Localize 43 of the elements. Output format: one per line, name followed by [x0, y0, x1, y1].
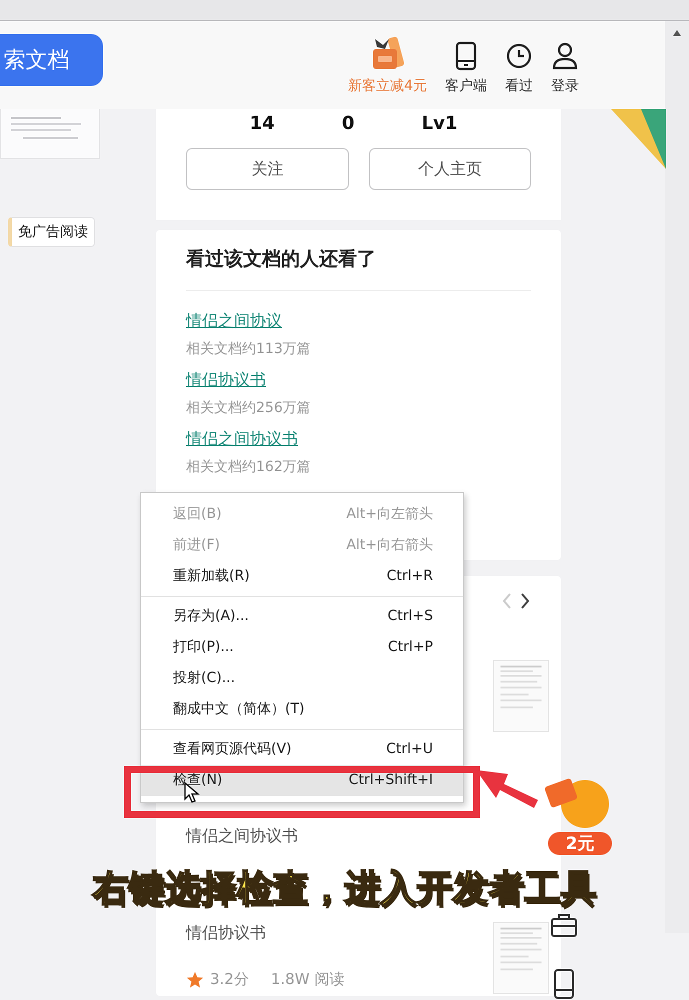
related-link[interactable]: 情侣之间协议: [186, 311, 282, 332]
nav-link[interactable]: 看过: [505, 41, 533, 95]
stat-value: 14: [250, 113, 275, 134]
document-title[interactable]: 情侣之间协议书: [186, 826, 344, 847]
menu-item[interactable]: 打印(P)... Ctrl+P: [141, 632, 463, 663]
related-count: 相关文档约256万篇: [186, 399, 312, 417]
star-icon: [186, 970, 204, 988]
document-title[interactable]: 情侣协议书: [186, 923, 344, 944]
stat-value: 0: [342, 113, 354, 134]
document-thumbnail[interactable]: [493, 922, 549, 994]
scrollbar[interactable]: [665, 21, 689, 933]
next-icon[interactable]: [519, 592, 531, 610]
menu-item[interactable]: 查看网页源代码(V) Ctrl+U: [141, 734, 463, 765]
related-link[interactable]: 情侣之间协议书: [186, 429, 298, 450]
phone-icon: [453, 41, 479, 71]
phone-icon[interactable]: [552, 968, 576, 1000]
rating-text: 3.2分: [210, 970, 249, 989]
menu-item[interactable]: 重新加载(R) Ctrl+R: [141, 561, 463, 592]
card-title: 看过该文档的人还看了: [186, 247, 377, 272]
document-thumbnail[interactable]: [493, 660, 549, 732]
briefcase-icon[interactable]: [550, 912, 578, 938]
text-lines-drawing: [11, 117, 81, 139]
stat-value: Lv1: [422, 113, 458, 134]
related-link[interactable]: 情侣协议书: [186, 370, 266, 391]
user-icon: [551, 41, 579, 71]
folded-corner-icon: [611, 109, 666, 169]
clock-icon: [505, 41, 533, 71]
related-count: 相关文档约113万篇: [186, 340, 312, 358]
menu-item[interactable]: 另存为(A)... Ctrl+S: [141, 601, 463, 632]
nav-link[interactable]: 登录: [551, 41, 579, 95]
video-caption: 右键选择检查，进入开发者工具: [92, 868, 596, 910]
nav-link[interactable]: 客户端: [445, 41, 487, 95]
menu-item[interactable]: 投射(C)...: [141, 663, 463, 694]
related-count: 相关文档约162万篇: [186, 458, 312, 476]
ad-free-tag[interactable]: 免广告阅读: [8, 217, 95, 247]
read-count: 1.8W 阅读: [270, 970, 344, 989]
outline-button[interactable]: 关注: [186, 148, 348, 190]
document-thumbnail[interactable]: [0, 109, 100, 159]
menu-item[interactable]: 翻成中文（简体）(T): [141, 694, 463, 725]
outline-button[interactable]: 个人主页: [368, 148, 531, 190]
previous-icon[interactable]: [501, 592, 513, 610]
scroll-up-icon[interactable]: [672, 29, 682, 37]
search-button[interactable]: 索文档: [0, 34, 103, 86]
